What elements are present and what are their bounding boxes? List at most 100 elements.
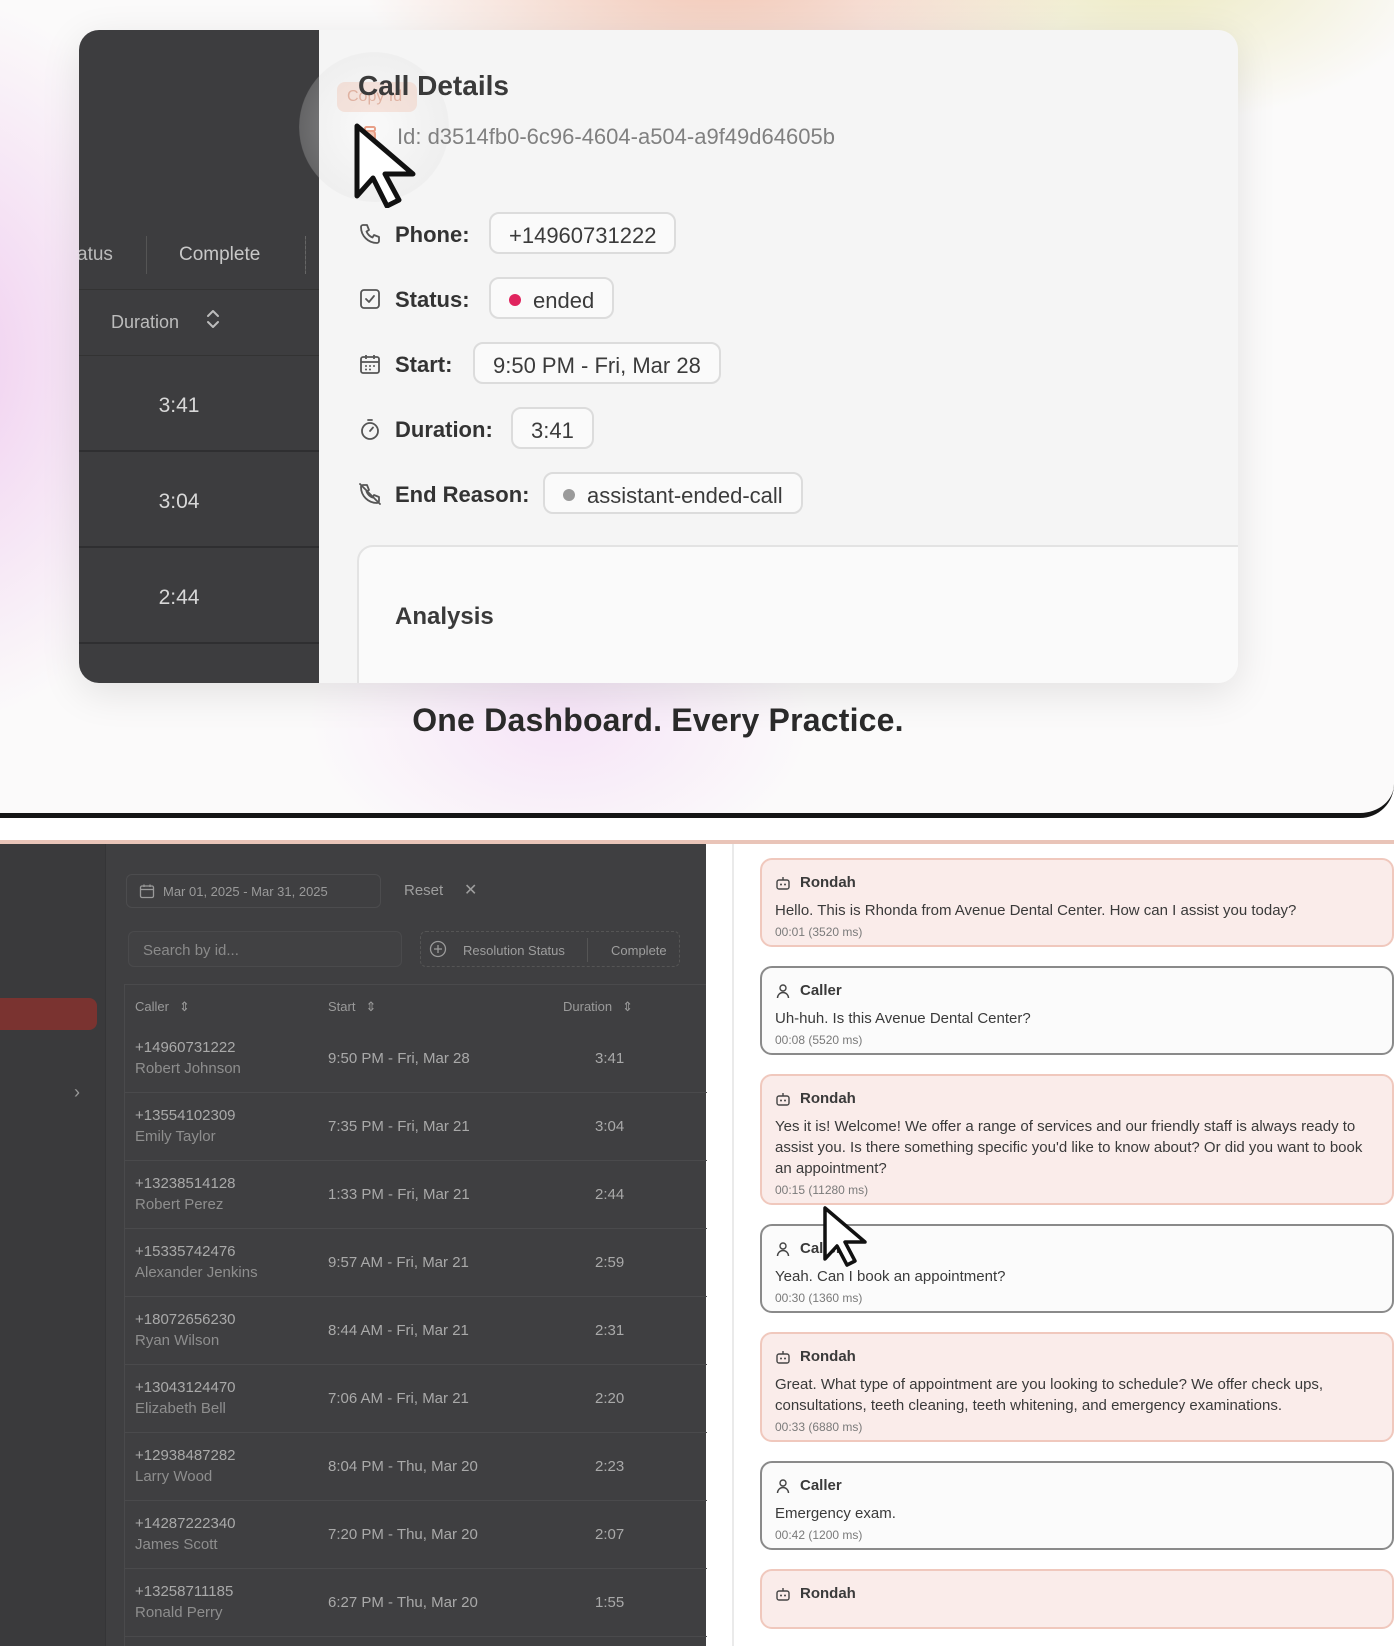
caller-name: Ryan Wilson — [135, 1332, 220, 1349]
caller-message: Caller Uh-huh. Is this Avenue Dental Cent… — [760, 966, 1394, 1055]
chevron-right-icon[interactable]: › — [74, 1082, 80, 1103]
sidebar-active-item[interactable] — [0, 998, 97, 1030]
table-row[interactable]: +14287222340 James Scott 7:20 PM - Thu, Ma… — [125, 1501, 707, 1569]
list-row[interactable]: 2:44 — [79, 548, 319, 644]
pill-text: ended — [533, 288, 595, 313]
search-placeholder: Search by id... — [143, 942, 239, 959]
tab-complete[interactable]: Complete — [179, 244, 260, 266]
table-row[interactable]: +18072656230 Ryan Wilson 8:44 AM - Fri, Ma… — [125, 1297, 707, 1365]
column-header-caller[interactable]: Caller ⇕ — [135, 985, 190, 1025]
tab-status[interactable]: atus — [79, 244, 113, 266]
end-reason-badge: assistant-ended-call — [543, 472, 803, 514]
bot-icon — [775, 1586, 791, 1602]
filter-tabs: atus Complete — [79, 230, 319, 290]
tab-divider — [146, 236, 147, 274]
duration: 2:20 — [595, 1390, 625, 1407]
assistant-message: Rondah Great. What type of appointment ar… — [760, 1332, 1394, 1442]
user-icon — [775, 983, 791, 999]
tagline: One Dashboard. Every Practice. — [412, 702, 904, 738]
calls-table: Caller ⇕ Start ⇕ Duration ⇕ +14960731222 Rob… — [124, 984, 707, 1646]
message-timestamp: 00:08 (5520 ms) — [775, 1033, 863, 1047]
caller-phone: +13238514128 — [135, 1175, 236, 1192]
mouse-cursor-icon — [353, 122, 423, 213]
message-timestamp: 00:30 (1360 ms) — [775, 1291, 863, 1305]
start-value: 9:50 PM - Fri, Mar 28 — [473, 342, 721, 384]
start-time: 6:27 PM - Thu, Mar 20 — [328, 1594, 478, 1611]
list-row[interactable]: 3:41 — [79, 356, 319, 452]
sort-icon[interactable]: ⇕ — [622, 999, 633, 1014]
sort-icon[interactable]: ⇕ — [179, 999, 190, 1014]
duration: 2:44 — [595, 1186, 625, 1203]
table-row[interactable]: +15335742476 Alexander Jenkins 9:57 AM - F… — [125, 1229, 707, 1297]
calls-table-panel: › Mar 01, 2025 - Mar 31, 2025 Reset ✕ Se… — [0, 844, 707, 1646]
sidebar — [0, 844, 106, 1646]
table-row[interactable]: +14960731222 Robert Johnson 9:50 PM - Fri,… — [125, 1025, 707, 1093]
caller-phone: +13258711185 — [135, 1583, 234, 1600]
assistant-message: Rondah Yes it is! Welcome! We offer a ran… — [760, 1074, 1394, 1205]
detail-label: Start: — [395, 352, 453, 377]
table-row[interactable]: +13238514128 Robert Perez 1:33 PM - Fri, M… — [125, 1161, 707, 1229]
reset-button[interactable]: Reset — [404, 882, 443, 899]
resolution-status-filter[interactable]: Resolution Status Complete — [420, 931, 680, 967]
start-time: 7:20 PM - Thu, Mar 20 — [328, 1526, 478, 1543]
caller-name: Ronald Perry — [135, 1604, 223, 1621]
column-header-start[interactable]: Start ⇕ — [328, 985, 376, 1025]
row-duration: 2:44 — [158, 586, 200, 609]
end-reason-dot — [563, 489, 575, 501]
search-input[interactable]: Search by id... — [128, 931, 402, 967]
sort-icon[interactable]: ⇕ — [365, 999, 376, 1014]
close-icon[interactable]: ✕ — [464, 880, 477, 900]
detail-label: Duration: — [395, 417, 493, 442]
start-time: 7:06 AM - Fri, Mar 21 — [328, 1390, 469, 1407]
caller-phone: +15335742476 — [135, 1243, 236, 1260]
caller-phone: +13043124470 — [135, 1379, 236, 1396]
caller-phone: +14287222340 — [135, 1515, 236, 1532]
filter-label: Resolution Status — [463, 943, 565, 958]
duration: 3:41 — [595, 1050, 625, 1067]
message-timestamp: 00:01 (3520 ms) — [775, 925, 863, 939]
phone-off-icon — [358, 482, 382, 506]
date-range-picker[interactable]: Mar 01, 2025 - Mar 31, 2025 — [126, 874, 381, 908]
row-duration: 3:04 — [158, 490, 200, 513]
duration-header-label: Duration — [111, 312, 180, 332]
table-row[interactable]: +12938487282 Larry Wood 8:04 PM - Thu, Mar… — [125, 1433, 707, 1501]
detail-label: End Reason: — [395, 482, 530, 507]
message-text: Emergency exam. — [775, 1505, 896, 1522]
list-row[interactable]: 3:04 — [79, 452, 319, 548]
column-header-duration[interactable]: Duration ⇕ — [563, 985, 633, 1025]
caller-phone: +13554102309 — [135, 1107, 236, 1124]
calls-list-panel: atus Complete Duration 3:41 3:04 2:44 — [79, 30, 319, 683]
speaker-name: Rondah — [800, 874, 856, 891]
caller-name: Larry Wood — [135, 1468, 213, 1485]
status-dot — [509, 294, 521, 306]
table-row[interactable]: +13258711185 Ronald Perry 6:27 PM - Thu, M… — [125, 1569, 707, 1637]
caller-phone: +18072656230 — [135, 1311, 236, 1328]
sort-icon[interactable] — [205, 308, 221, 335]
calendar-icon — [139, 883, 155, 899]
caller-phone: +14960731222 — [135, 1039, 236, 1056]
tab-divider — [305, 236, 306, 274]
speaker-name: Caller — [800, 982, 842, 999]
table-row[interactable]: +13043124470 Elizabeth Bell 7:06 AM - Fri,… — [125, 1365, 707, 1433]
caller-phone: +12938487282 — [135, 1447, 236, 1464]
duration: 1:55 — [595, 1594, 625, 1611]
call-details-panel: Copy Id Call Details Id: d3514fb0-6c96-4… — [299, 30, 1238, 683]
panel-divider — [732, 844, 734, 1646]
assistant-message: Rondah Hello. This is Rhonda from Avenue … — [760, 858, 1394, 947]
analysis-card: Analysis — [357, 545, 1238, 683]
pill-text: +14960731222 — [509, 223, 657, 248]
duration-column-header[interactable]: Duration — [79, 290, 319, 356]
start-time: 9:50 PM - Fri, Mar 28 — [328, 1050, 470, 1067]
duration: 2:31 — [595, 1322, 625, 1339]
mouse-cursor-icon — [822, 1205, 872, 1272]
caller-name: Alexander Jenkins — [135, 1264, 258, 1281]
speaker-name: Caller — [800, 1477, 842, 1494]
plus-circle-icon — [429, 940, 447, 958]
duration: 2:59 — [595, 1254, 625, 1271]
table-row[interactable]: +13554102309 Emily Taylor 7:35 PM - Fri, M… — [125, 1093, 707, 1161]
header-label: Caller — [135, 999, 169, 1014]
filter-value: Complete — [611, 943, 667, 958]
assistant-message: Rondah — [760, 1569, 1394, 1629]
user-icon — [775, 1241, 791, 1257]
pill-text: 3:41 — [531, 418, 574, 443]
